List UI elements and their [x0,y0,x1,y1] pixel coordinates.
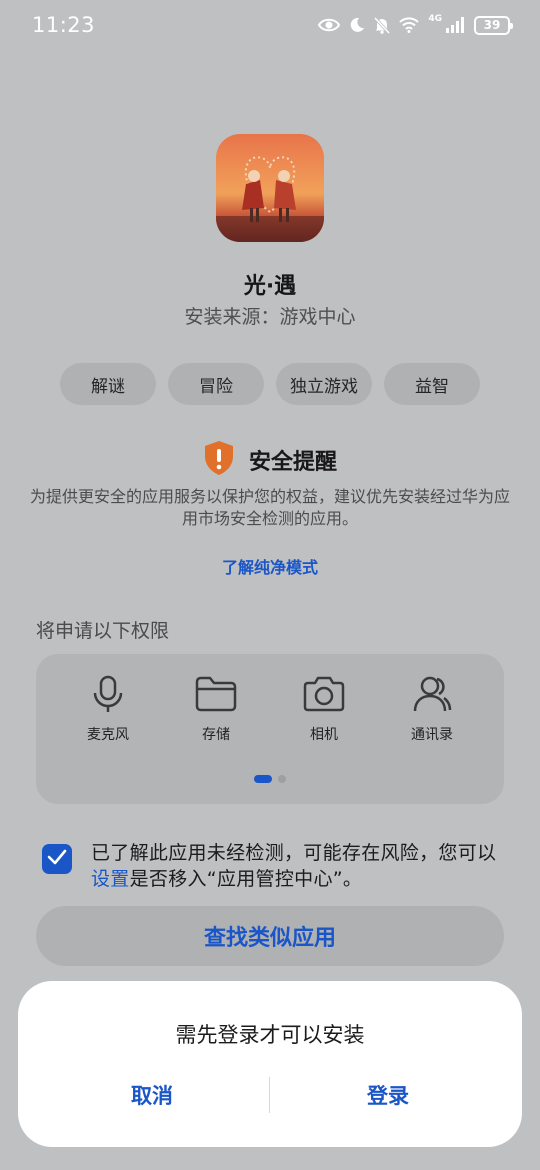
safety-title: 安全提醒 [248,450,337,475]
permission-label: 相机 [310,727,338,743]
app-name: 光·遇 [243,274,297,299]
contacts-icon [392,674,472,714]
signal-icon [445,17,465,33]
status-time: 11:23 [32,13,96,37]
app-icon [216,134,324,242]
page-dot [278,775,286,783]
permission-label: 存储 [202,727,230,743]
status-bar: 11:23 4G 39 [0,0,540,50]
camera-icon [284,674,364,714]
permission-camera: 相机 [284,674,364,744]
moon-icon [349,17,365,33]
app-source: 安装来源：游戏中心 [184,306,356,328]
page-indicator [36,775,504,783]
network-type: 4G [428,14,442,24]
warning-shield-icon [203,440,235,480]
eye-icon [318,17,341,33]
consent-text-before: 已了解此应用未经检测，可能存在风险，您可以 [91,842,497,864]
permission-label: 麦克风 [87,727,129,743]
folder-icon [176,674,256,714]
consent-text-after: 是否移入“应用管控中心”。 [129,868,363,890]
consent-checkbox[interactable] [42,844,72,874]
microphone-icon [68,674,148,714]
page-dot-active [254,775,272,783]
category-tags: 解谜 冒险 独立游戏 益智 [60,363,480,405]
safety-description: 为提供更安全的应用服务以保护您的权益，建议优先安装经过华为应用市场安全检测的应用… [30,487,511,528]
settings-link[interactable]: 设置 [91,868,130,890]
dialog-message: 需先登录才可以安装 [175,1023,365,1047]
permission-contacts: 通讯录 [392,674,472,744]
permissions-card[interactable]: 麦克风 存储 相机 通讯录 [36,654,504,804]
consent-text: 已了解此应用未经检测，可能存在风险，您可以设置是否移入“应用管控中心”。 [91,840,501,892]
battery-icon: 39 [474,15,513,35]
learn-pure-mode-link[interactable]: 了解纯净模式 [0,554,540,578]
risk-consent: 已了解此应用未经检测，可能存在风险，您可以设置是否移入“应用管控中心”。 [42,840,502,896]
permission-microphone: 麦克风 [68,674,148,744]
cancel-button[interactable]: 取消 [26,1075,278,1115]
tag-chip[interactable]: 益智 [384,363,480,405]
tag-chip[interactable]: 解谜 [60,363,156,405]
permission-label: 通讯录 [411,727,453,743]
tag-chip[interactable]: 独立游戏 [276,363,372,405]
find-similar-apps-button[interactable]: 查找类似应用 [36,906,504,966]
safety-header: 安全提醒 [0,440,540,480]
login-button[interactable]: 登录 [262,1075,514,1115]
tag-chip[interactable]: 冒险 [168,363,264,405]
checkmark-icon [47,849,67,869]
login-required-dialog: 需先登录才可以安装 取消 登录 [18,981,522,1147]
permissions-title: 将申请以下权限 [36,620,170,642]
status-icons: 4G 39 [318,14,513,35]
permission-storage: 存储 [176,674,256,744]
wifi-icon [399,17,420,33]
mute-bell-icon [374,16,391,34]
